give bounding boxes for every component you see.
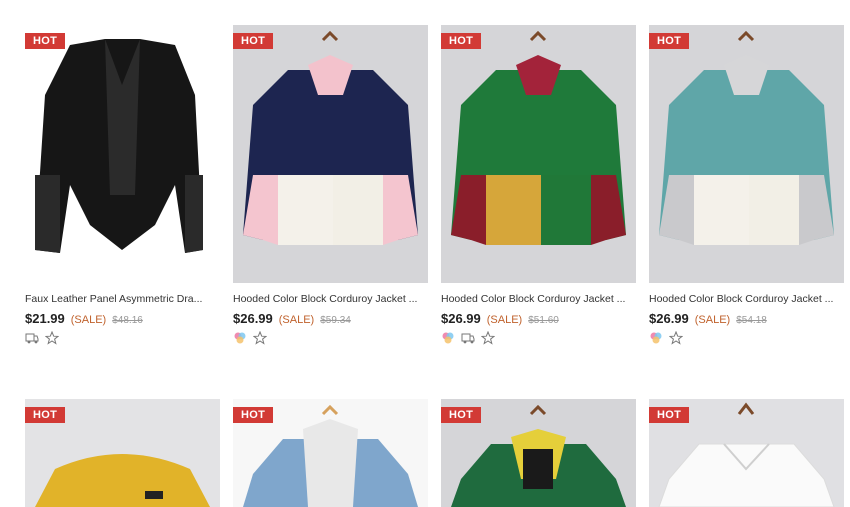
color-swatch-icon bbox=[233, 331, 247, 345]
hot-badge: HOT bbox=[25, 407, 66, 423]
hot-badge: HOT bbox=[649, 407, 690, 423]
product-card[interactable]: HOT bbox=[25, 399, 220, 507]
product-price: $26.99 bbox=[649, 311, 689, 326]
sale-label: (SALE) bbox=[278, 314, 315, 326]
product-image[interactable]: HOT bbox=[441, 399, 636, 507]
product-image[interactable]: HOT bbox=[441, 25, 636, 283]
product-title[interactable]: Hooded Color Block Corduroy Jacket ... bbox=[649, 293, 844, 305]
star-icon[interactable] bbox=[669, 331, 683, 345]
product-image[interactable]: HOT bbox=[233, 399, 428, 507]
product-title[interactable]: Faux Leather Panel Asymmetric Dra... bbox=[25, 293, 220, 305]
product-image[interactable]: HOT bbox=[649, 25, 844, 283]
sale-label: (SALE) bbox=[694, 314, 731, 326]
truck-icon bbox=[25, 331, 39, 345]
sale-label: (SALE) bbox=[486, 314, 523, 326]
color-swatch-icon bbox=[441, 331, 455, 345]
star-icon[interactable] bbox=[253, 331, 267, 345]
product-title[interactable]: Hooded Color Block Corduroy Jacket ... bbox=[233, 293, 428, 305]
product-card[interactable]: HOT bbox=[233, 399, 428, 507]
product-card[interactable]: HOT Hooded Color Block Corduroy Jacket .… bbox=[441, 25, 636, 346]
star-icon[interactable] bbox=[481, 331, 495, 345]
product-title[interactable]: Hooded Color Block Corduroy Jacket ... bbox=[441, 293, 636, 305]
star-icon[interactable] bbox=[45, 331, 59, 345]
hot-badge: HOT bbox=[233, 407, 274, 423]
hot-badge: HOT bbox=[25, 33, 66, 49]
product-price: $26.99 bbox=[441, 311, 481, 326]
original-price: $59.34 bbox=[320, 315, 351, 326]
original-price: $51.60 bbox=[528, 315, 559, 326]
sale-label: (SALE) bbox=[70, 314, 107, 326]
color-swatch-icon bbox=[649, 331, 663, 345]
hot-badge: HOT bbox=[441, 33, 482, 49]
product-card[interactable]: HOT bbox=[649, 399, 844, 507]
hot-badge: HOT bbox=[441, 407, 482, 423]
product-image[interactable]: HOT bbox=[25, 25, 220, 283]
original-price: $54.18 bbox=[736, 315, 767, 326]
product-price: $21.99 bbox=[25, 311, 65, 326]
original-price: $48.16 bbox=[112, 315, 143, 326]
product-image[interactable]: HOT bbox=[649, 399, 844, 507]
product-card[interactable]: HOT Hooded Color Block Corduroy Jacket .… bbox=[233, 25, 428, 346]
product-image[interactable]: HOT bbox=[25, 399, 220, 507]
product-card[interactable]: HOT Faux Leather Panel Asymmetric Dra...… bbox=[25, 25, 220, 346]
truck-icon bbox=[461, 331, 475, 345]
hot-badge: HOT bbox=[649, 33, 690, 49]
hot-badge: HOT bbox=[233, 33, 274, 49]
product-image[interactable]: HOT bbox=[233, 25, 428, 283]
product-card[interactable]: HOT Hooded Color Block Corduroy Jacket .… bbox=[649, 25, 844, 346]
product-card[interactable]: HOT bbox=[441, 399, 636, 507]
product-price: $26.99 bbox=[233, 311, 273, 326]
